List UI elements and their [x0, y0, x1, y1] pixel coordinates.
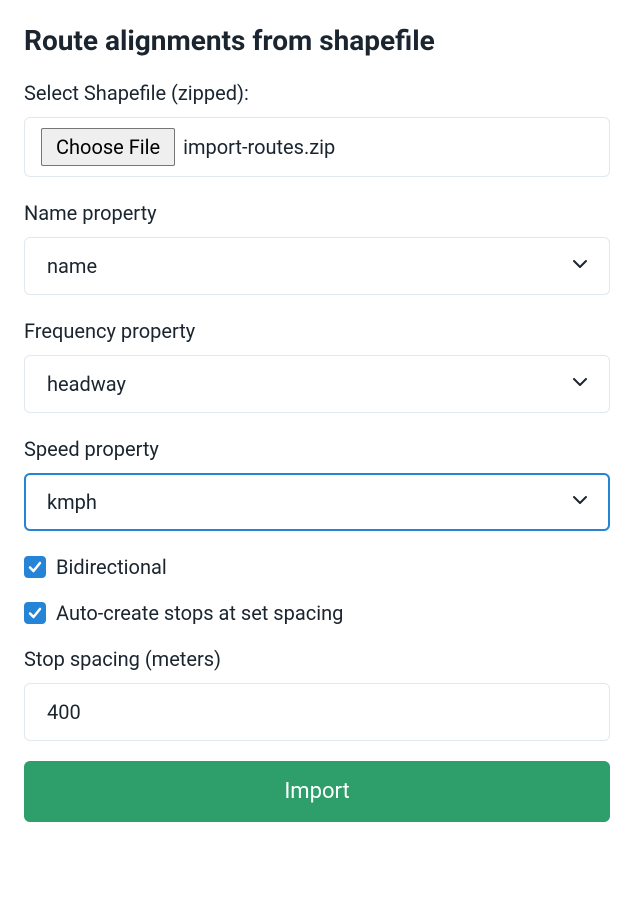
bidirectional-label[interactable]: Bidirectional	[56, 555, 167, 579]
auto-create-stops-row: Auto-create stops at set spacing	[24, 601, 610, 625]
file-field-group: Select Shapefile (zipped): Choose File i…	[24, 81, 610, 177]
stop-spacing-label: Stop spacing (meters)	[24, 647, 610, 671]
frequency-property-label: Frequency property	[24, 319, 610, 343]
stop-spacing-group: Stop spacing (meters)	[24, 647, 610, 741]
bidirectional-checkbox[interactable]	[24, 556, 46, 578]
speed-property-group: Speed property kmph	[24, 437, 610, 531]
frequency-property-group: Frequency property headway	[24, 319, 610, 413]
file-label: Select Shapefile (zipped):	[24, 81, 610, 105]
auto-create-stops-label[interactable]: Auto-create stops at set spacing	[56, 601, 343, 625]
choose-file-button[interactable]: Choose File	[41, 128, 175, 166]
bidirectional-row: Bidirectional	[24, 555, 610, 579]
frequency-property-select[interactable]: headway	[24, 355, 610, 413]
name-property-label: Name property	[24, 201, 610, 225]
name-property-group: Name property name	[24, 201, 610, 295]
speed-property-select-wrapper: kmph	[24, 473, 610, 531]
file-name: import-routes.zip	[183, 135, 335, 159]
import-button[interactable]: Import	[24, 761, 610, 822]
file-input-wrapper[interactable]: Choose File import-routes.zip	[24, 117, 610, 177]
stop-spacing-input[interactable]	[24, 683, 610, 741]
name-property-select[interactable]: name	[24, 237, 610, 295]
page-title: Route alignments from shapefile	[24, 24, 610, 57]
speed-property-label: Speed property	[24, 437, 610, 461]
name-property-select-wrapper: name	[24, 237, 610, 295]
frequency-property-select-wrapper: headway	[24, 355, 610, 413]
speed-property-select[interactable]: kmph	[24, 473, 610, 531]
auto-create-stops-checkbox[interactable]	[24, 602, 46, 624]
